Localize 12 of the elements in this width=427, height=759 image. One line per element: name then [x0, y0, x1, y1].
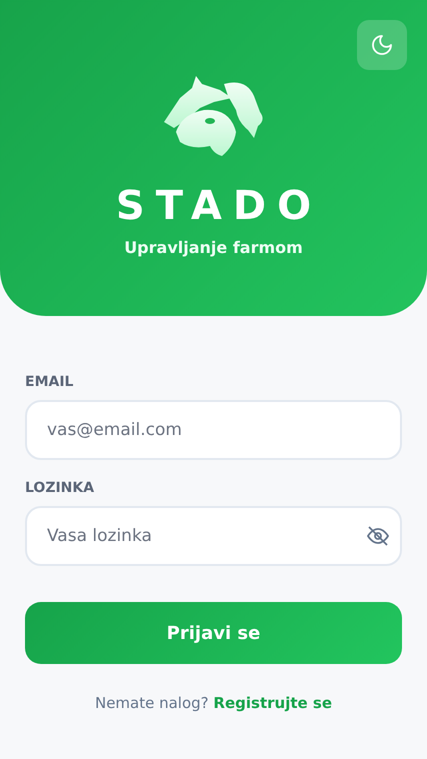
field-label: LOZINKA — [25, 480, 96, 496]
email-field[interactable]: vas@email.com — [25, 400, 402, 460]
app-title: STADO — [114, 182, 322, 230]
signup-prompt: Nemate nalog? — [94, 694, 209, 712]
field-label: EMAIL — [25, 374, 74, 390]
moon-icon — [370, 33, 394, 57]
login-button[interactable]: Prijavi se — [25, 602, 402, 664]
theme-toggle-button[interactable] — [357, 20, 407, 70]
signup-link[interactable]: Registrujte se — [213, 694, 332, 712]
app-subtitle: Upravljanje farmom — [124, 238, 303, 257]
password-field[interactable]: Vasa lozinka — [25, 506, 402, 566]
eye-off-icon[interactable] — [366, 524, 390, 548]
